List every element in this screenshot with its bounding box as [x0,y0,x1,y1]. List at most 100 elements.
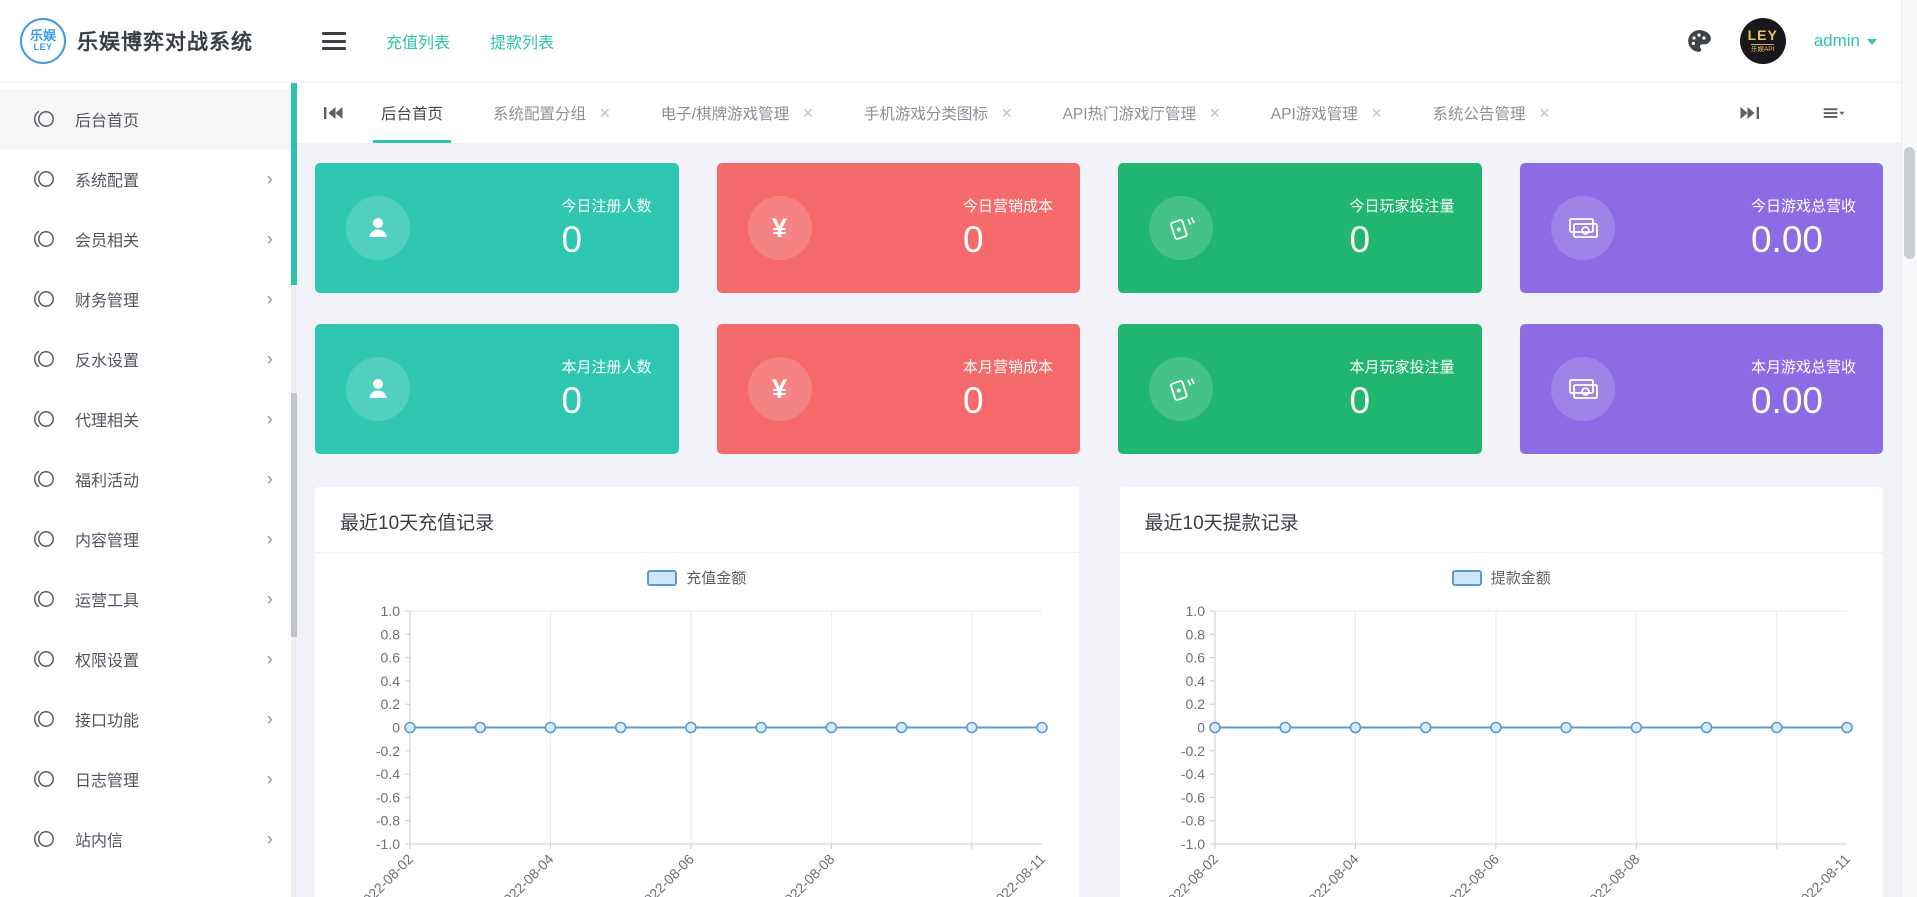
tab-1[interactable]: 系统配置分组 ✕ [468,83,636,143]
recharge-chart-legend[interactable]: 充值金额 [315,567,1079,588]
tabs-menu-icon[interactable] [1822,101,1846,125]
stat-card-text: 今日注册人数 0 [561,195,651,262]
chevron-right-icon: › [267,230,273,249]
svg-text:0.6: 0.6 [1185,650,1205,666]
svg-text:-0.2: -0.2 [376,743,400,759]
circle-ring-icon [32,347,58,371]
stat-card-icon-circle [1551,196,1615,260]
tab-5[interactable]: API游戏管理 ✕ [1246,83,1408,143]
stat-card-icon-circle [1149,196,1213,260]
withdraw-line-chart: 1.00.80.60.40.20-0.2-0.4-0.6-0.8-1.02022… [1120,595,1883,897]
stat-card-3: 今日游戏总营收 0.00 [1520,163,1884,293]
stat-card-value: 0 [561,219,582,262]
sidebar-item-5[interactable]: 代理相关› [0,389,297,449]
svg-text:0: 0 [392,720,400,736]
window-scrollbar-thumb[interactable] [1904,147,1915,259]
top-header: 乐娱 LEY 乐娱博弈对战系统 充值列表 提款列表 LEY 乐娱API admi… [0,0,1917,83]
stat-card-title: 今日游戏总营收 [1751,195,1856,216]
theme-palette-icon[interactable] [1686,28,1712,54]
svg-text:1.0: 1.0 [381,603,401,619]
chevron-right-icon: › [267,650,273,669]
tab-close-icon[interactable]: ✕ [1209,106,1221,120]
sidebar-item-label: 福利活动 [75,467,267,491]
sidebar-item-label: 反水设置 [75,347,267,371]
tab-label: 系统配置分组 [493,102,586,124]
main-content: 今日注册人数 0 ¥ 今日营销成本 0 今日玩家投注量 0 今日游戏总营收 0.… [297,144,1901,897]
tabs-scroll-to-first-icon[interactable] [321,101,345,125]
hamburger-menu-icon[interactable] [322,28,346,55]
stat-card-value: 0 [1349,380,1370,423]
svg-text:0.6: 0.6 [381,650,401,666]
tab-3[interactable]: 手机游戏分类图标✕ [839,83,1038,143]
sidebar-item-1[interactable]: 系统配置› [0,149,297,209]
stat-card-text: 今日玩家投注量 0 [1349,195,1454,262]
stat-card-4: 本月注册人数 0 [315,324,679,454]
stat-card-value: 0.00 [1751,219,1823,262]
sidebar-item-6[interactable]: 福利活动› [0,449,297,509]
sidebar-item-3[interactable]: 财务管理› [0,269,297,329]
stat-card-text: 本月营销成本 0 [963,356,1053,423]
chevron-right-icon: › [267,830,273,849]
chevron-right-icon: › [267,410,273,429]
sidebar-item-label: 代理相关 [75,407,267,431]
sidebar-scrollbar-thumb-secondary[interactable] [291,393,297,637]
stat-card-icon-circle [346,196,410,260]
withdraw-chart-legend[interactable]: 提款金额 [1120,567,1884,588]
sidebar-item-label: 运营工具 [75,587,267,611]
user-menu[interactable]: admin [1814,31,1877,51]
sidebar-item-11[interactable]: 日志管理› [0,749,297,809]
tab-6[interactable]: 系统公告管理 ✕ [1408,83,1576,143]
sidebar-item-7[interactable]: 内容管理› [0,509,297,569]
chevron-right-icon: › [267,770,273,789]
stat-card-6: 本月玩家投注量 0 [1118,324,1482,454]
sidebar-item-label: 接口功能 [75,707,267,731]
sidebar-item-8[interactable]: 运营工具› [0,569,297,629]
stat-card-value: 0 [963,219,984,262]
tab-close-icon[interactable]: ✕ [802,106,814,120]
sidebar-item-12[interactable]: 站内信› [0,809,297,869]
svg-text:-1.0: -1.0 [1180,836,1204,852]
tab-close-icon[interactable]: ✕ [1371,106,1383,120]
banknotes-icon [1566,212,1600,244]
sidebar-item-10[interactable]: 接口功能› [0,689,297,749]
header-link-withdraw-list[interactable]: 提款列表 [490,29,554,53]
tab-4[interactable]: API热门游戏厅管理✕ [1038,83,1246,143]
sidebar-item-label: 日志管理 [75,767,267,791]
tab-label: 系统公告管理 [1433,102,1526,124]
stat-card-title: 今日注册人数 [561,195,651,216]
svg-text:0.4: 0.4 [381,673,401,689]
tab-close-icon[interactable]: ✕ [1001,106,1013,120]
sidebar-item-4[interactable]: 反水设置› [0,329,297,389]
user-avatar[interactable]: LEY 乐娱API [1740,18,1786,64]
header-right: LEY 乐娱API admin [1686,18,1917,64]
svg-text:2022-08-02: 2022-08-02 [1159,851,1221,897]
recharge-chart-panel: 最近10天充值记录 充值金额 1.00.80.60.40.20-0.2-0.4-… [315,487,1079,897]
sidebar-nav: 后台首页 系统配置› 会员相关› 财务管理› 反水设置› 代理相关› 福利活动›… [0,83,297,897]
sidebar-scrollbar-thumb[interactable] [291,83,297,285]
sidebar-item-2[interactable]: 会员相关› [0,209,297,269]
bet-cards-icon [1165,212,1197,244]
circle-ring-icon [32,227,58,251]
tab-label: API游戏管理 [1271,102,1358,124]
stat-card-text: 本月玩家投注量 0 [1349,356,1454,423]
tab-0[interactable]: 后台首页 [356,83,468,143]
tab-close-icon[interactable]: ✕ [599,106,611,120]
tab-2[interactable]: 电子/棋牌游戏管理✕ [636,83,839,143]
chevron-right-icon: › [267,350,273,369]
svg-text:-0.8: -0.8 [1180,813,1204,829]
sidebar-item-0[interactable]: 后台首页 [0,89,297,149]
stat-card-7: 本月游戏总营收 0.00 [1520,324,1884,454]
sidebar-item-label: 后台首页 [75,107,273,131]
header-link-recharge-list[interactable]: 充值列表 [386,29,450,53]
svg-text:2022-08-04: 2022-08-04 [1299,851,1361,897]
legend-swatch-icon [1452,570,1482,586]
tabs-scroll-to-last-icon[interactable] [1738,101,1762,125]
avatar-text: LEY [1748,28,1778,43]
chevron-right-icon: › [267,710,273,729]
circle-ring-icon [32,467,58,491]
svg-text:-0.4: -0.4 [376,766,400,782]
tab-close-icon[interactable]: ✕ [1539,106,1551,120]
recharge-chart-title: 最近10天充值记录 [315,487,1079,553]
svg-text:2022-08-06: 2022-08-06 [635,851,697,897]
sidebar-item-9[interactable]: 权限设置› [0,629,297,689]
